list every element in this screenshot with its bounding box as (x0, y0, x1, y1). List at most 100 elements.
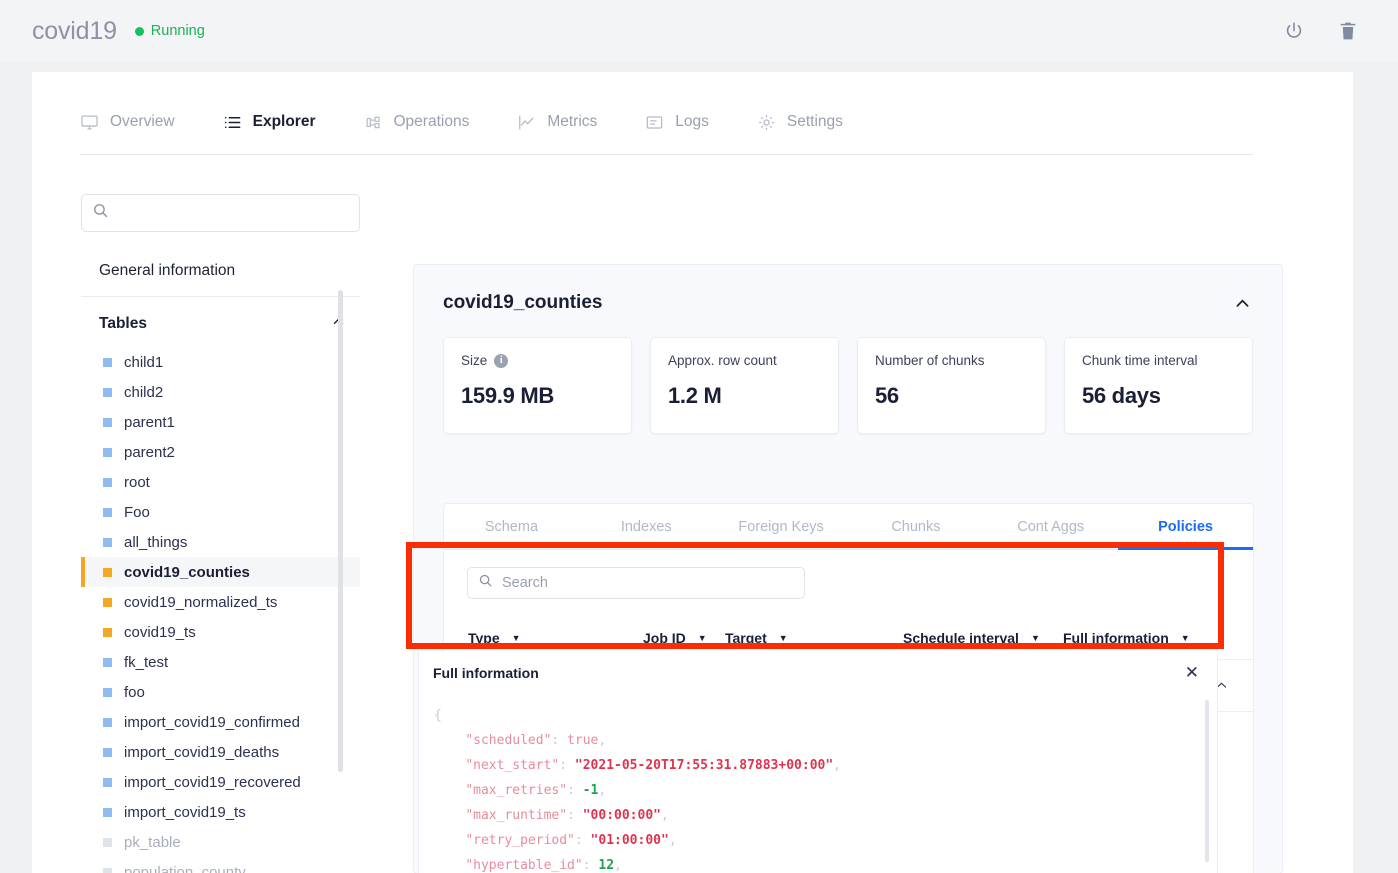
tab-schema[interactable]: Schema (444, 504, 579, 549)
sidebar-item-import_covid19_deaths[interactable]: import_covid19_deaths (81, 737, 360, 767)
policies-search-input[interactable] (502, 575, 794, 591)
sidebar-item-label: covid19_ts (124, 624, 196, 641)
sidebar-item-label: root (124, 474, 150, 491)
sidebar-item-covid19_counties[interactable]: covid19_counties (81, 557, 360, 587)
tab-logs-label: Logs (675, 113, 709, 131)
sidebar-section-tables[interactable]: Tables (81, 297, 360, 347)
status-badge: Running (135, 23, 205, 39)
table-marker-icon (103, 658, 112, 667)
chevron-down-icon[interactable]: ▼ (698, 633, 707, 643)
sidebar-search[interactable] (81, 194, 360, 232)
sidebar-item-label: import_covid19_ts (124, 804, 246, 821)
sidebar-item-covid19_ts[interactable]: covid19_ts (81, 617, 360, 647)
stat-value: 56 (875, 383, 1029, 409)
table-marker-icon (103, 838, 112, 847)
full-information-panel: Full information ✕ { "scheduled": true, … (418, 652, 1218, 873)
table-marker-icon (103, 628, 112, 637)
sidebar-item-label: child2 (124, 384, 163, 401)
sidebar-item-import_covid19_ts[interactable]: import_covid19_ts (81, 797, 360, 827)
trash-icon[interactable] (1336, 19, 1360, 43)
stat-label-text: Number of chunks (875, 353, 985, 368)
tab-cont-aggs[interactable]: Cont Aggs (983, 504, 1118, 549)
search-input[interactable] (117, 205, 349, 221)
sidebar-item-parent1[interactable]: parent1 (81, 407, 360, 437)
table-marker-icon (103, 598, 112, 607)
sidebar-item-import_covid19_confirmed[interactable]: import_covid19_confirmed (81, 707, 360, 737)
sidebar-item-label: covid19_counties (124, 564, 250, 581)
sidebar-scrollbar[interactable] (338, 290, 343, 772)
chevron-down-icon[interactable]: ▼ (512, 633, 521, 643)
chevron-down-icon[interactable]: ▼ (1181, 633, 1190, 643)
sidebar-table-list: child1 child2 parent1 parent2 root Foo all_thi… (81, 347, 360, 873)
table-marker-icon (103, 868, 112, 873)
sidebar-item-population_county[interactable]: population_county (81, 857, 360, 873)
tab-explorer[interactable]: Explorer (223, 102, 334, 142)
search-icon (478, 573, 493, 593)
column-header-job-id[interactable]: Job ID ▼ (643, 630, 725, 646)
json-line: "hypertable_id": 12, (434, 853, 1217, 873)
full-information-json: { "scheduled": true, "next_start": "2021… (419, 703, 1217, 873)
full-information-header: Full information ✕ (419, 652, 1217, 681)
policies-search[interactable] (467, 567, 805, 599)
stat-label: Chunk time interval (1082, 353, 1236, 368)
sidebar-item-label: import_covid19_confirmed (124, 714, 300, 731)
status-dot-icon (135, 27, 144, 36)
operations-icon (364, 113, 383, 132)
tab-metrics[interactable]: Metrics (517, 102, 615, 142)
sidebar-item-label: import_covid19_recovered (124, 774, 301, 791)
column-header-type[interactable]: Type ▼ (468, 630, 643, 646)
stat-value: 56 days (1082, 383, 1236, 409)
sidebar: General information Tables child1 child2 p… (81, 194, 360, 873)
full-information-title: Full information (433, 665, 539, 681)
sidebar-item-label: pk_table (124, 834, 181, 851)
sidebar-item-parent2[interactable]: parent2 (81, 437, 360, 467)
chevron-down-icon[interactable]: ▼ (1031, 633, 1040, 643)
tab-overview-label: Overview (110, 113, 175, 131)
power-icon[interactable] (1282, 19, 1306, 43)
sidebar-item-foo[interactable]: foo (81, 677, 360, 707)
sidebar-item-child1[interactable]: child1 (81, 347, 360, 377)
column-header-target[interactable]: Target ▼ (725, 630, 903, 646)
sidebar-item-root[interactable]: root (81, 467, 360, 497)
column-header-full-information[interactable]: Full information ▼ (1063, 630, 1229, 646)
sidebar-item-import_covid19_recovered[interactable]: import_covid19_recovered (81, 767, 360, 797)
sidebar-item-general-information[interactable]: General information (81, 254, 360, 297)
sidebar-item-covid19_normalized_ts[interactable]: covid19_normalized_ts (81, 587, 360, 617)
table-marker-icon (103, 568, 112, 577)
policies-search-row (444, 550, 1253, 599)
sidebar-item-Foo[interactable]: Foo (81, 497, 360, 527)
tab-overview[interactable]: Overview (80, 102, 193, 142)
gear-icon (757, 113, 776, 132)
column-header-type-label: Type (468, 630, 500, 646)
tab-policies[interactable]: Policies (1118, 504, 1253, 549)
full-information-scrollbar[interactable] (1205, 700, 1209, 862)
table-marker-icon (103, 748, 112, 757)
tab-operations[interactable]: Operations (364, 102, 488, 142)
close-icon[interactable]: ✕ (1185, 664, 1199, 681)
tab-foreign-keys[interactable]: Foreign Keys (714, 504, 849, 549)
chevron-up-icon[interactable] (1233, 294, 1252, 313)
sidebar-item-label: parent2 (124, 444, 175, 461)
sidebar-item-fk_test[interactable]: fk_test (81, 647, 360, 677)
column-header-full-information-label: Full information (1063, 630, 1169, 646)
info-icon[interactable]: i (494, 354, 508, 368)
stat-label: Approx. row count (668, 353, 822, 368)
sidebar-item-all_things[interactable]: all_things (81, 527, 360, 557)
sidebar-item-child2[interactable]: child2 (81, 377, 360, 407)
table-marker-icon (103, 538, 112, 547)
tab-settings[interactable]: Settings (757, 102, 861, 142)
sidebar-item-label: parent1 (124, 414, 175, 431)
chevron-down-icon[interactable]: ▼ (779, 633, 788, 643)
column-header-schedule-interval[interactable]: Schedule interval ▼ (903, 630, 1063, 646)
tab-indexes[interactable]: Indexes (579, 504, 714, 549)
sidebar-item-label: all_things (124, 534, 187, 551)
column-header-target-label: Target (725, 630, 767, 646)
sidebar-item-pk_table[interactable]: pk_table (81, 827, 360, 857)
stat-value: 1.2 M (668, 383, 822, 409)
tab-logs[interactable]: Logs (645, 102, 727, 142)
sidebar-item-label: fk_test (124, 654, 168, 671)
tab-settings-label: Settings (787, 113, 843, 131)
tab-chunks[interactable]: Chunks (848, 504, 983, 549)
table-marker-icon (103, 388, 112, 397)
tab-explorer-label: Explorer (253, 113, 316, 131)
